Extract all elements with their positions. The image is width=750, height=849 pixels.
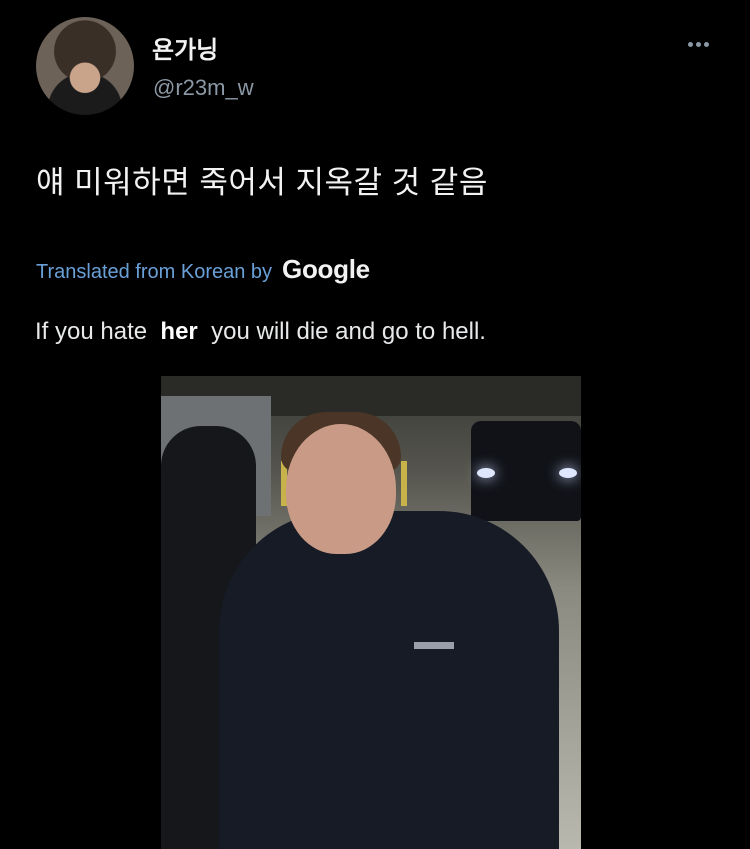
more-dot-icon — [695, 41, 701, 47]
translated-text-after: you will die and go to hell. — [211, 318, 486, 345]
translated-from-label[interactable]: Translated from Korean by — [36, 261, 272, 284]
photo-jacket-logo — [414, 642, 454, 649]
translated-text: If you hate her you will die and go to h… — [35, 318, 486, 346]
google-logo-text: Google — [282, 254, 370, 284]
photo-headlight — [477, 468, 495, 478]
photo-jacket — [219, 511, 559, 849]
author-handle[interactable]: @r23m_w — [153, 75, 254, 101]
photo-face — [286, 424, 396, 554]
translation-attribution[interactable]: Translated from Korean by Google — [36, 254, 370, 285]
translated-text-before: If you hate — [35, 318, 148, 345]
tweet-text: 얘 미워하면 죽어서 지옥갈 것 같음 — [36, 165, 488, 200]
more-dot-icon — [703, 41, 709, 47]
tweet-photo[interactable] — [161, 376, 581, 849]
more-options-button[interactable] — [680, 32, 716, 56]
translated-text-emphasis: her — [160, 318, 198, 345]
photo-headlight — [559, 468, 577, 478]
avatar[interactable] — [36, 17, 134, 115]
author-display-name[interactable]: 욘가닝 — [152, 30, 218, 65]
more-dot-icon — [687, 41, 693, 47]
photo-post — [401, 461, 407, 506]
